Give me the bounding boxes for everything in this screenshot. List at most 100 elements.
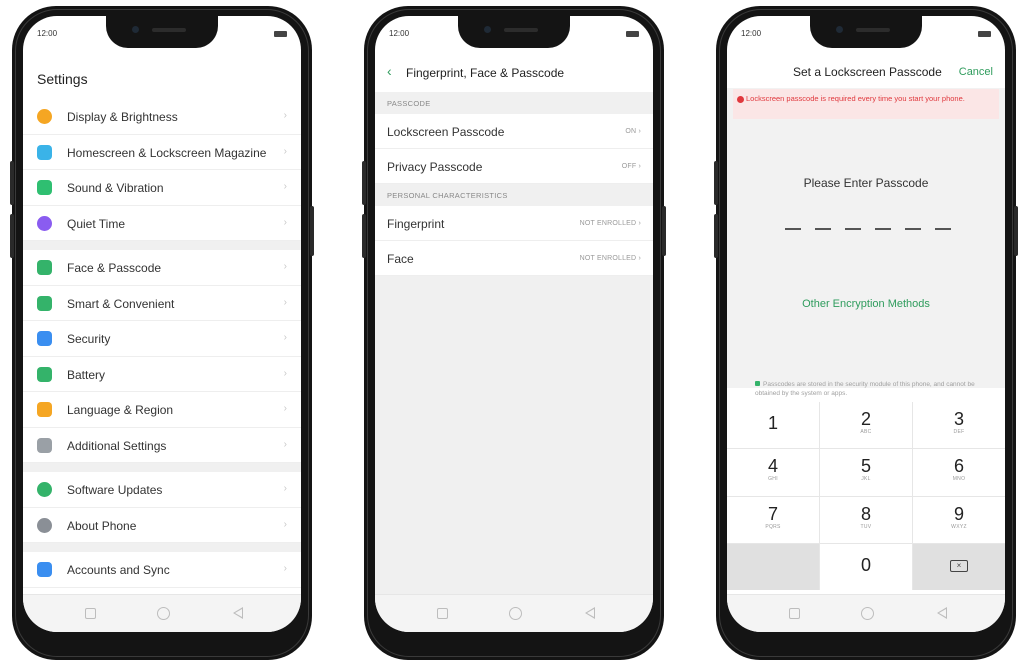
navigation-bar [23, 594, 301, 632]
chevron-right-icon: › [283, 438, 287, 450]
keypad-key[interactable]: 1 [727, 402, 819, 449]
list-item[interactable]: Face NOT ENROLLED › [375, 241, 653, 276]
back-icon[interactable] [937, 607, 947, 619]
power-button [310, 206, 314, 256]
status-time: 12:00 [37, 29, 58, 38]
passcode-screen: 12:00 Set a Lockscreen Passcode Cancel L… [727, 16, 1005, 632]
security-note-text: Passcodes are stored in the security mod… [755, 381, 975, 397]
key-letters: GHI [768, 476, 778, 483]
list-item[interactable]: Lockscreen Passcode ON › [375, 114, 653, 149]
section-header: PASSCODE [387, 99, 431, 108]
keypad-key[interactable]: 6 MNO [913, 449, 1005, 496]
group-divider [23, 241, 301, 250]
recents-icon[interactable] [85, 608, 96, 619]
fingerprint-list: PASSCODE Lockscreen Passcode ON › Privacy P… [375, 92, 653, 594]
chevron-right-icon: › [283, 563, 287, 574]
back-icon[interactable] [585, 607, 595, 619]
list-item-label: Privacy Passcode [387, 160, 483, 174]
home-icon[interactable] [157, 607, 170, 620]
alert-icon [737, 96, 744, 103]
passcode-digit-slot [845, 228, 861, 230]
settings-item[interactable]: Homescreen & Lockscreen Magazine › [23, 134, 301, 170]
settings-item[interactable]: Additional Settings › [23, 427, 301, 463]
smart-icon [37, 295, 52, 311]
settings-item[interactable]: Battery › [23, 356, 301, 392]
keypad-key[interactable]: 2 ABC [820, 402, 912, 449]
settings-item[interactable]: Smart & Convenient › [23, 285, 301, 321]
navigation-bar [375, 594, 653, 632]
settings-item-label: About Phone [67, 518, 137, 533]
volume-button [714, 214, 718, 258]
settings-item[interactable]: Display & Brightness › [23, 99, 301, 135]
settings-item[interactable]: Quiet Time › [23, 205, 301, 241]
phone-settings: 12:00 Settings Display & Brightness › Home… [10, 6, 314, 660]
list-item-value: NOT ENROLLED › [580, 255, 641, 262]
account-icon [37, 562, 52, 577]
settings-item-label: Display & Brightness [67, 110, 178, 124]
group-divider [23, 463, 301, 472]
home-icon[interactable] [861, 607, 874, 620]
cancel-button[interactable]: Cancel [959, 66, 993, 78]
key-digit: 9 [953, 503, 964, 524]
gear-icon [37, 437, 52, 453]
page-title: Fingerprint, Face & Passcode [406, 66, 565, 80]
keypad-key[interactable]: 9 WXYZ [913, 496, 1005, 543]
warning-banner: Lockscreen passcode is required every ti… [733, 89, 999, 119]
settings-item[interactable]: Software Updates › [23, 472, 301, 508]
keypad-key[interactable]: 4 GHI [727, 449, 819, 496]
settings-item[interactable]: Language & Region › [23, 392, 301, 428]
header: ‹ Fingerprint, Face & Passcode [375, 56, 653, 92]
back-icon[interactable] [233, 607, 243, 619]
settings-item[interactable]: Face & Passcode › [23, 250, 301, 286]
list-item-value: NOT ENROLLED › [580, 220, 641, 227]
volume-button [362, 161, 366, 205]
settings-item[interactable]: Sound & Vibration › [23, 170, 301, 206]
settings-item[interactable]: Accounts and Sync › [23, 552, 301, 588]
fingerprint-screen: 12:00 ‹ Fingerprint, Face & Passcode PAS… [375, 16, 653, 632]
passcode-input[interactable] [785, 228, 951, 230]
passcode-digit-slot [815, 228, 831, 230]
battery-icon [626, 31, 639, 37]
key-digit: 3 [953, 409, 964, 429]
security-note: Passcodes are stored in the security mod… [755, 380, 987, 398]
recents-icon[interactable] [437, 608, 448, 619]
chevron-right-icon: › [283, 261, 287, 272]
keypad-key[interactable]: 8 TUV [820, 496, 912, 543]
keypad-key[interactable]: 5 JKL [820, 449, 912, 496]
key-letters: MNO [952, 476, 966, 483]
chevron-right-icon: › [283, 110, 287, 121]
home-icon[interactable] [509, 607, 522, 620]
key-digit: 6 [953, 456, 964, 477]
key-digit: 8 [860, 503, 871, 524]
chevron-left-icon[interactable]: ‹ [387, 63, 392, 79]
backspace-key[interactable]: × [913, 543, 1005, 590]
key-letters: PQRS [765, 523, 781, 530]
key-digit: 1 [767, 413, 778, 433]
navigation-bar [727, 594, 1005, 632]
settings-item[interactable]: Security › [23, 321, 301, 357]
status-time: 12:00 [389, 29, 410, 38]
list-item-label: Fingerprint [387, 217, 445, 231]
list-item-value-text: NOT ENROLLED [579, 255, 637, 262]
list-item[interactable]: Privacy Passcode OFF › [375, 149, 653, 184]
settings-item-label: Accounts and Sync [67, 563, 170, 577]
key-letters: TUV [860, 523, 872, 530]
keypad-key[interactable]: 7 PQRS [727, 496, 819, 543]
page-title: Settings [37, 71, 88, 87]
settings-item-label: Smart & Convenient [67, 296, 175, 311]
settings-item-label: Language & Region [67, 403, 174, 417]
key-digit: 4 [767, 456, 778, 477]
key-digit: 0 [860, 554, 871, 575]
header: Set a Lockscreen Passcode Cancel [727, 56, 1005, 88]
settings-item[interactable]: About Phone › [23, 507, 301, 543]
list-item[interactable]: Fingerprint NOT ENROLLED › [375, 206, 653, 241]
group-divider [23, 543, 301, 552]
keypad-key[interactable]: 0 [820, 543, 912, 590]
passcode-body [727, 88, 1005, 388]
recents-icon[interactable] [789, 608, 800, 619]
display-brightness-icon [37, 109, 52, 124]
settings-item-label: Homescreen & Lockscreen Magazine [67, 145, 267, 160]
keypad-key[interactable]: 3 DEF [913, 402, 1005, 449]
shield-icon [37, 331, 52, 346]
other-encryption-link[interactable]: Other Encryption Methods [727, 298, 1005, 310]
